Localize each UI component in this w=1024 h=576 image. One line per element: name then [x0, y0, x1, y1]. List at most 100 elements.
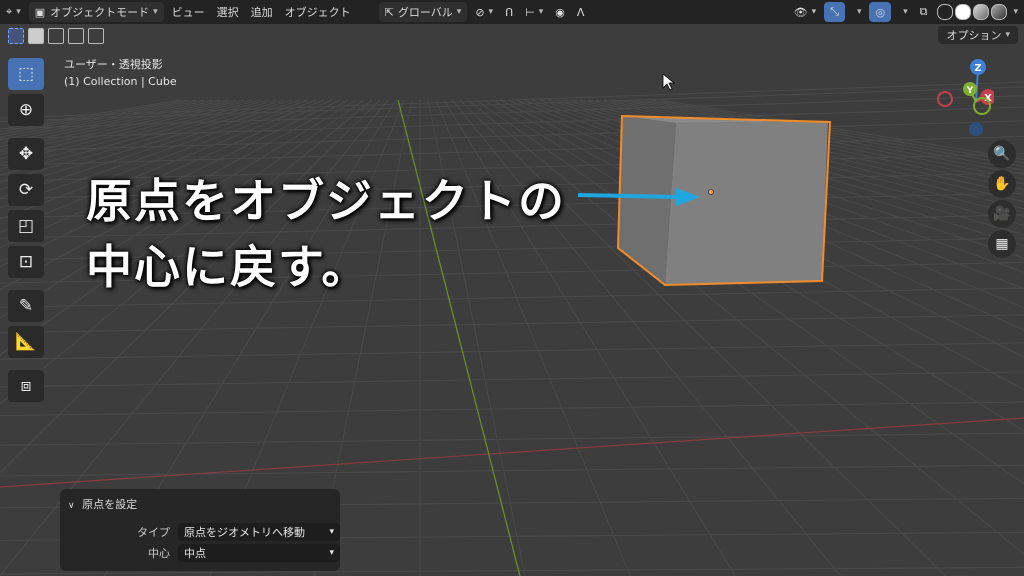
svg-text:Z: Z — [974, 63, 981, 74]
chevron-down-icon[interactable]: ▾ — [1013, 7, 1018, 17]
ortho-toggle-button[interactable]: ▦ — [988, 230, 1016, 258]
menu-view[interactable]: ビュー — [166, 2, 211, 22]
center-row: 中心 中点 ▾ — [60, 543, 340, 563]
move-icon: ✥ — [18, 144, 34, 164]
selection-mode-buttons — [8, 28, 104, 44]
header-bar: ⌖ ▾ ▣ オブジェクトモード ▾ ビュー 選択 追加 オブジェクト ⇱ グローバ… — [0, 0, 1024, 24]
select-box-tool[interactable]: ⬚ — [8, 58, 44, 90]
options-label: オプション — [946, 29, 1002, 42]
proportional-edit-icon: ◉ — [555, 5, 565, 19]
mouse-cursor — [662, 73, 676, 91]
origin-point — [708, 189, 714, 195]
annotate-tool[interactable]: ✎ — [8, 290, 44, 322]
measure-ruler-icon: 📐 — [15, 332, 37, 352]
operator-redo-panel: ∨ 原点を設定 タイプ 原点をジオメトリへ移動 ▾ 中心 中点 ▾ — [60, 489, 340, 571]
wireframe-shading-icon[interactable] — [937, 4, 954, 20]
rotate-icon: ⟳ — [18, 180, 34, 200]
svg-text:Y: Y — [966, 86, 974, 96]
chevron-down-icon: ▾ — [153, 7, 158, 17]
center-label: 中心 — [148, 547, 170, 560]
select-new-icon[interactable] — [8, 28, 24, 44]
camera-icon: 🎥 — [993, 206, 1011, 222]
rotate-tool[interactable]: ⟳ — [8, 174, 44, 206]
select-box-icon: ⬚ — [17, 64, 35, 84]
gizmo-neg-z — [969, 122, 983, 136]
type-row: タイプ 原点をジオメトリへ移動 ▾ — [60, 522, 340, 542]
select-subtract-icon[interactable] — [48, 28, 64, 44]
caption-line-2: 中心に戻す。 — [86, 240, 370, 294]
chevron-down-icon: ▾ — [456, 7, 462, 17]
move-tool[interactable]: ✥ — [8, 138, 44, 170]
gizmo-toggle[interactable]: ⤡ — [824, 2, 845, 22]
type-label: タイプ — [137, 526, 170, 539]
collection-info: (1) Collection | Cube — [64, 75, 177, 88]
proportional-edit-toggle[interactable]: ◉ — [549, 2, 571, 22]
shading-mode-buttons: ▾ — [937, 4, 1018, 20]
chevron-down-icon: ∨ — [68, 501, 75, 511]
cube-object[interactable] — [616, 114, 832, 287]
chevron-down-icon: ▾ — [903, 7, 908, 17]
cursor-icon: ⊕ — [18, 100, 34, 120]
select-invert-icon[interactable] — [68, 28, 84, 44]
panel-title: 原点を設定 — [82, 498, 138, 511]
add-cube-icon: ⧈ — [20, 376, 32, 396]
object-mode-icon: ▣ — [34, 5, 46, 19]
transform-tool[interactable]: ⊡ — [8, 246, 44, 278]
chevron-down-icon: ▾ — [1005, 30, 1010, 40]
overlays-menu[interactable]: ▾ — [893, 2, 914, 22]
pan-button[interactable]: ✋ — [988, 170, 1016, 198]
visibility-selector[interactable]: 👁 ▾ — [788, 2, 823, 22]
transform-icon: ⊡ — [18, 252, 34, 272]
grid-icon: ▦ — [995, 236, 1009, 252]
chevron-down-icon: ▾ — [856, 7, 862, 17]
menu-object[interactable]: オブジェクト — [279, 2, 357, 22]
orientation-icon: ⇱ — [384, 5, 394, 19]
type-dropdown[interactable]: 原点をジオメトリへ移動 ▾ — [178, 523, 340, 541]
solid-shading-icon[interactable] — [955, 4, 972, 20]
snap-increment-icon: ⊢ — [525, 5, 535, 19]
snap-toggle[interactable]: ᑎ — [499, 2, 519, 22]
transform-orientation-selector[interactable]: ⇱ グローバル ▾ — [378, 2, 468, 22]
gizmo-neg-x — [937, 91, 953, 107]
gizmo-icon: ⤡ — [830, 5, 839, 18]
type-value: 原点をジオメトリへ移動 — [184, 526, 305, 539]
eye-icon: 👁 — [793, 5, 808, 19]
navigation-gizmo[interactable]: Z X Y — [930, 56, 994, 136]
material-shading-icon[interactable] — [973, 4, 990, 20]
add-cube-tool[interactable]: ⧈ — [8, 370, 44, 402]
menu-add[interactable]: 追加 — [245, 2, 279, 22]
chevron-down-icon: ▾ — [329, 548, 334, 558]
camera-view-button[interactable]: 🎥 — [988, 200, 1016, 228]
pivot-point-selector[interactable]: ⊘ ▾ — [469, 2, 499, 22]
panel-header[interactable]: ∨ 原点を設定 — [68, 496, 137, 512]
center-value: 中点 — [184, 547, 206, 560]
menu-select[interactable]: 選択 — [211, 2, 245, 22]
measure-tool[interactable]: 📐 — [8, 326, 44, 358]
mode-selector[interactable]: ▣ オブジェクトモード ▾ — [28, 2, 164, 22]
rendered-shading-icon[interactable] — [991, 4, 1008, 20]
xray-icon: ⧉ — [919, 5, 928, 18]
magnet-icon: ᑎ — [505, 5, 514, 19]
editor-type-icon: ⌖ — [6, 5, 13, 18]
zoom-button[interactable]: 🔍 — [988, 140, 1016, 168]
overlays-toggle[interactable]: ◎ — [869, 2, 892, 22]
select-intersect-icon[interactable] — [88, 28, 104, 44]
falloff-selector[interactable]: ᐱ — [571, 2, 591, 22]
orientation-label: グローバル — [397, 6, 453, 19]
falloff-curve-icon: ᐱ — [576, 5, 585, 19]
viewport-info: ユーザー・透視投影 (1) Collection | Cube — [64, 56, 177, 90]
view-name: ユーザー・透視投影 — [64, 58, 163, 71]
gizmo-menu[interactable]: ▾ — [847, 2, 868, 22]
cursor-tool[interactable]: ⊕ — [8, 94, 44, 126]
snap-target-selector[interactable]: ⊢ ▾ — [519, 2, 549, 22]
x-axis-line — [0, 417, 1024, 488]
mode-label: オブジェクトモード — [50, 6, 150, 19]
center-dropdown[interactable]: 中点 ▾ — [178, 544, 340, 562]
select-extend-icon[interactable] — [28, 28, 44, 44]
editor-type-menu[interactable]: ⌖ ▾ — [0, 2, 27, 22]
options-button[interactable]: オプション ▾ — [938, 26, 1018, 44]
xray-toggle[interactable]: ⧉ — [914, 2, 934, 22]
zoom-magnifier-icon: 🔍 — [993, 146, 1011, 162]
overlays-icon: ◎ — [875, 5, 886, 19]
scale-tool[interactable]: ◰ — [8, 210, 44, 242]
